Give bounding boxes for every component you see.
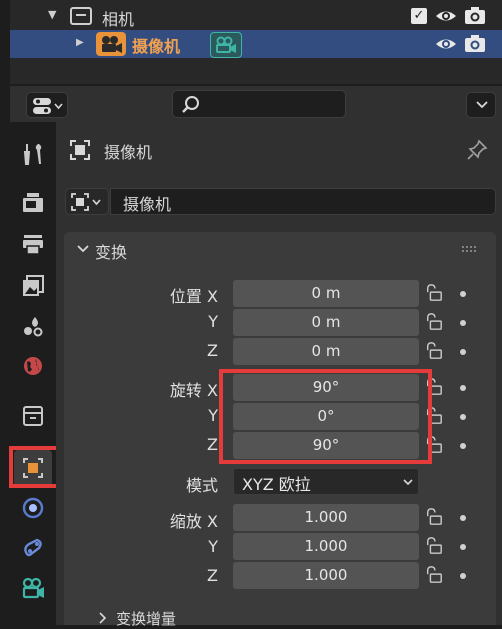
rotation-x-keyframe-dot[interactable] (460, 385, 466, 391)
physics-icon (22, 497, 44, 519)
collapse-arrow-icon[interactable]: ▼ (48, 8, 56, 21)
chevron-right-icon[interactable] (98, 612, 108, 624)
location-x-label: 位置 X (169, 287, 218, 306)
location-x-field[interactable]: 0 m (233, 280, 419, 307)
render-camera-icon[interactable] (464, 6, 486, 26)
collection-icon (23, 406, 43, 426)
scale-y-field[interactable]: 1.000 (233, 533, 419, 560)
search-icon (182, 96, 199, 113)
pin-icon[interactable] (466, 139, 488, 161)
scale-z-field[interactable]: 1.000 (233, 562, 419, 589)
location-z-unlock-icon[interactable] (425, 342, 443, 360)
mode-label: 模式 (185, 476, 218, 495)
highlight-rotation-fields (219, 369, 432, 464)
location-y-keyframe-dot[interactable] (460, 320, 466, 326)
outliner-row-camera[interactable]: ▶ 摄像机 (10, 30, 502, 58)
location-z-keyframe-dot[interactable] (460, 349, 466, 355)
location-y-unlock-icon[interactable] (425, 313, 443, 331)
location-z-field[interactable]: 0 m (233, 338, 419, 365)
search-input[interactable] (172, 90, 346, 118)
scene-icon (24, 317, 43, 337)
rotation-y-keyframe-dot[interactable] (460, 414, 466, 420)
world-icon (24, 357, 42, 375)
chevron-down-icon (77, 245, 89, 253)
editor-type-button[interactable] (26, 92, 68, 118)
camera-object-icon (96, 32, 126, 56)
scale-z-unlock-icon[interactable] (425, 566, 443, 584)
scale-x-field[interactable]: 1.000 (233, 504, 419, 531)
outliner-label-collection: 相机 (102, 10, 135, 29)
scale-y-unlock-icon[interactable] (425, 537, 443, 555)
tab-scene[interactable] (14, 308, 52, 344)
scale-x-keyframe-dot[interactable] (460, 515, 466, 521)
tab-collection[interactable] (14, 398, 52, 434)
render-icon (23, 193, 43, 212)
properties-header (10, 86, 502, 122)
rotation-x-label: 旋转 X (169, 381, 218, 400)
transform-title: 变换 (95, 243, 128, 262)
location-y-label: Y (208, 312, 218, 331)
chevron-down-icon (476, 101, 488, 109)
render-camera-icon[interactable] (464, 34, 486, 54)
exclude-checkbox[interactable]: ✓ (411, 8, 427, 24)
outliner: ▼ 相机 ✓ ▶ 摄像机 (10, 0, 502, 84)
scale-y-keyframe-dot[interactable] (460, 544, 466, 550)
rotation-z-label: Z (207, 435, 218, 454)
eye-icon[interactable] (435, 35, 457, 53)
scale-z-label: Z (207, 566, 218, 585)
scale-x-label: 缩放 X (169, 512, 218, 531)
tab-tool[interactable] (14, 136, 52, 172)
tab-camera-data[interactable] (14, 570, 52, 606)
delta-transform-title[interactable]: 变换增量 (116, 608, 176, 629)
tab-render[interactable] (14, 184, 52, 220)
rotation-y-label: Y (208, 406, 218, 425)
tab-world[interactable] (14, 348, 52, 384)
collection-icon (70, 7, 92, 25)
drag-handle-icon[interactable] (461, 244, 477, 254)
object-name-field[interactable]: 摄像机 (110, 188, 496, 215)
object-name-value: 摄像机 (123, 195, 172, 214)
scale-x-unlock-icon[interactable] (425, 508, 443, 526)
outliner-label-camera: 摄像机 (132, 37, 181, 56)
location-x-unlock-icon[interactable] (425, 284, 443, 302)
object-title: 摄像机 (104, 143, 153, 162)
tab-view-layer[interactable] (14, 268, 52, 304)
properties-editor-icon (33, 98, 63, 114)
transform-header[interactable]: 变换 (64, 232, 496, 266)
expand-arrow-icon[interactable]: ▶ (76, 37, 84, 48)
chevron-down-icon (403, 479, 413, 486)
object-icon (71, 193, 101, 211)
location-x-keyframe-dot[interactable] (460, 291, 466, 297)
rotation-z-keyframe-dot[interactable] (460, 443, 466, 449)
outliner-row-collection[interactable]: ▼ 相机 ✓ (10, 2, 502, 30)
tab-modifier[interactable] (14, 490, 52, 526)
rotation-mode-select[interactable]: XYZ 欧拉 (233, 468, 419, 495)
location-z-label: Z (207, 341, 218, 360)
tab-constraints[interactable] (14, 530, 52, 566)
object-selector-button[interactable] (65, 188, 109, 215)
camera-data-icon (22, 577, 44, 599)
properties-tabs (10, 122, 56, 625)
object-icon (70, 140, 90, 160)
location-y-field[interactable]: 0 m (233, 309, 419, 336)
camera-data-icon[interactable] (210, 32, 242, 58)
options-dropdown-button[interactable] (466, 92, 496, 118)
tool-icon (23, 144, 42, 165)
rotation-mode-value: XYZ 欧拉 (242, 475, 311, 494)
tab-output[interactable] (14, 226, 52, 262)
view-layer-icon (23, 275, 44, 296)
scale-y-label: Y (208, 537, 218, 556)
scale-z-keyframe-dot[interactable] (460, 573, 466, 579)
output-icon (23, 235, 43, 255)
eye-icon[interactable] (435, 7, 457, 25)
constraint-icon (24, 538, 42, 557)
